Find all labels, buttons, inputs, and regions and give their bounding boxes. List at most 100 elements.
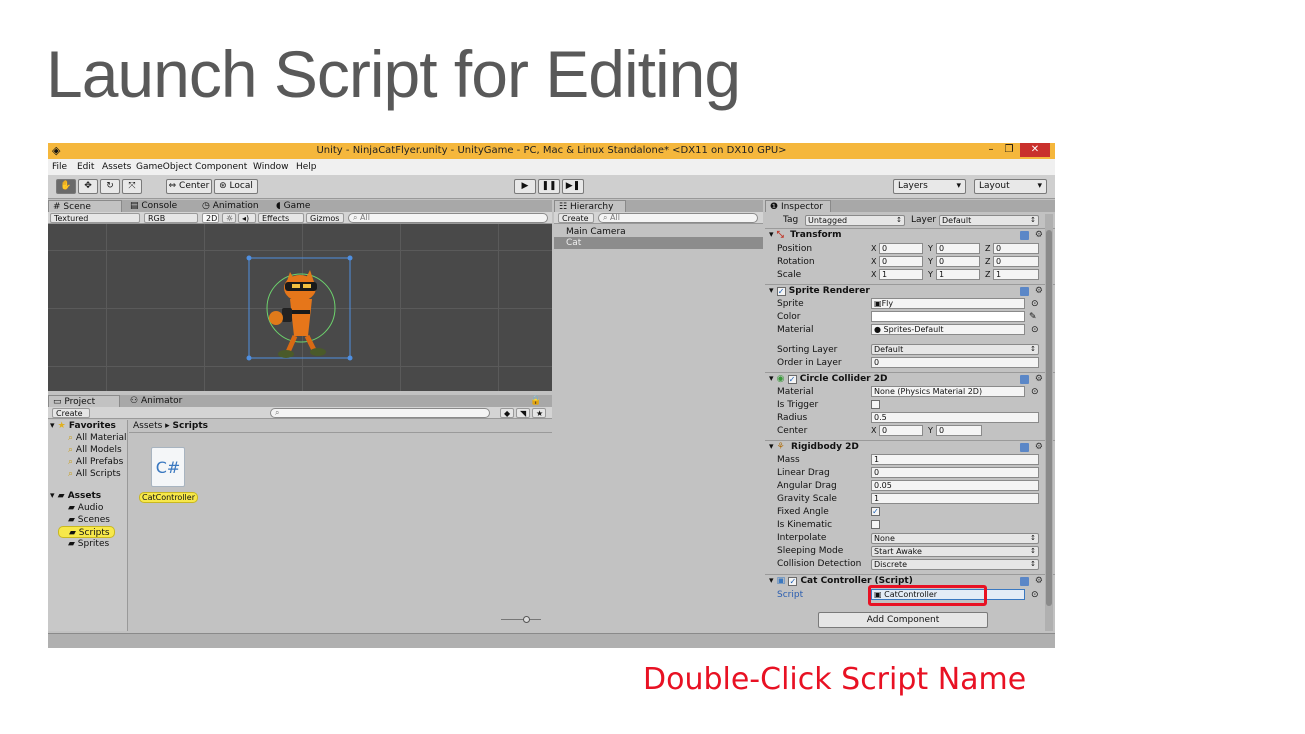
tab-hierarchy[interactable]: ☷ Hierarchy <box>554 200 626 212</box>
menu-window[interactable]: Window <box>253 162 289 172</box>
eyedropper-icon[interactable]: ✎ <box>1029 311 1037 323</box>
menu-gameobject[interactable]: GameObject <box>136 162 192 172</box>
move-tool-icon[interactable]: ✥ <box>78 179 98 194</box>
collider-material-field[interactable]: None (Physics Material 2D) <box>871 386 1025 397</box>
sprite-renderer-enabled-checkbox[interactable]: ✓ <box>776 287 786 296</box>
help-book-icon[interactable] <box>1020 231 1029 240</box>
menu-assets[interactable]: Assets <box>102 162 131 172</box>
rotation-x-field[interactable]: 0 <box>879 256 923 267</box>
object-picker-icon[interactable]: ⊙ <box>1031 589 1039 601</box>
tab-project[interactable]: ▭ Project <box>48 395 120 407</box>
gear-icon[interactable]: ⚙ <box>1035 373 1043 386</box>
asset-folder-item[interactable]: ▰ Sprites <box>68 538 109 550</box>
lighting-icon[interactable]: ☼ <box>222 213 236 223</box>
menu-file[interactable]: File <box>52 162 67 172</box>
radius-field[interactable]: 0.5 <box>871 412 1039 423</box>
hierarchy-item-selected[interactable]: Cat <box>554 237 763 249</box>
color-swatch[interactable] <box>871 311 1025 322</box>
gear-icon[interactable]: ⚙ <box>1035 229 1043 242</box>
inspector-scrollbar-thumb[interactable] <box>1046 230 1052 606</box>
script-file-label[interactable]: CatController <box>139 492 198 503</box>
scale-tool-icon[interactable]: ⤧ <box>122 179 142 194</box>
sprite-field[interactable]: ▣Fly <box>871 298 1025 309</box>
effects-dropdown[interactable]: Effects <box>258 213 304 223</box>
gear-icon[interactable]: ⚙ <box>1035 285 1043 298</box>
filter-type-icon[interactable]: ◆ <box>500 408 514 418</box>
is-trigger-checkbox[interactable] <box>871 400 880 409</box>
close-button[interactable]: ✕ <box>1020 143 1050 157</box>
rotation-z-field[interactable]: 0 <box>993 256 1039 267</box>
tab-console[interactable]: ▤ Console <box>126 200 196 212</box>
favorite-item[interactable]: ⌕ All Scripts <box>68 468 121 480</box>
add-component-button[interactable]: Add Component <box>818 612 988 628</box>
asset-folder-item[interactable]: ▰ Scenes <box>68 514 110 526</box>
position-x-field[interactable]: 0 <box>879 243 923 254</box>
render-mode-dropdown[interactable]: RGB <box>144 213 198 223</box>
mass-field[interactable]: 1 <box>871 454 1039 465</box>
audio-icon[interactable]: ◂) <box>238 213 256 223</box>
asset-folder-item-selected[interactable]: ▰ Scripts <box>58 526 115 538</box>
layout-dropdown[interactable]: Layout ▾ <box>974 179 1047 194</box>
zoom-slider[interactable] <box>501 619 541 620</box>
material-field[interactable]: ● Sprites-Default <box>871 324 1025 335</box>
rotation-y-field[interactable]: 0 <box>936 256 980 267</box>
gear-icon[interactable]: ⚙ <box>1035 441 1043 454</box>
lock-icon[interactable]: 🔒 <box>526 395 550 407</box>
layer-dropdown[interactable]: Default <box>939 215 1039 226</box>
collision-detection-dropdown[interactable]: Discrete <box>871 559 1039 570</box>
pivot-center-button[interactable]: ⇔ Center <box>166 179 212 194</box>
breadcrumb-assets[interactable]: Assets <box>133 421 162 431</box>
tab-inspector[interactable]: ❶ Inspector <box>765 200 831 212</box>
hand-tool-icon[interactable]: ✋ <box>56 179 76 194</box>
menu-component[interactable]: Component <box>195 162 247 172</box>
favorites-folder[interactable]: ▾ ★ Favorites <box>50 420 116 432</box>
assets-folder[interactable]: ▾ ▰ Assets <box>50 490 101 502</box>
object-picker-icon[interactable]: ⊙ <box>1031 298 1039 310</box>
hierarchy-search-input[interactable]: ⌕ All <box>598 213 758 223</box>
zoom-slider-thumb[interactable] <box>523 616 530 623</box>
breadcrumb-scripts[interactable]: Scripts <box>173 421 208 431</box>
maximize-button[interactable]: ❐ <box>1001 143 1017 157</box>
tag-dropdown[interactable]: Untagged <box>805 215 905 226</box>
gear-icon[interactable]: ⚙ <box>1035 575 1043 588</box>
pivot-local-button[interactable]: ⊛ Local <box>214 179 258 194</box>
menu-help[interactable]: Help <box>296 162 317 172</box>
filter-label-icon[interactable]: ◥ <box>516 408 530 418</box>
tab-game[interactable]: ◖ Game <box>272 200 332 212</box>
project-search-input[interactable]: ⌕ <box>270 408 490 418</box>
scene-viewport[interactable] <box>48 224 552 391</box>
object-picker-icon[interactable]: ⊙ <box>1031 324 1039 336</box>
center-x-field[interactable]: 0 <box>879 425 923 436</box>
circle-collider-header[interactable]: ▾ ◉ ✓ Circle Collider 2D ⚙ <box>765 372 1055 386</box>
help-book-icon[interactable] <box>1020 577 1029 586</box>
sleeping-mode-dropdown[interactable]: Start Awake <box>871 546 1039 557</box>
interpolate-dropdown[interactable]: None <box>871 533 1039 544</box>
favorite-item[interactable]: ⌕ All Models <box>68 444 122 456</box>
scale-z-field[interactable]: 1 <box>993 269 1039 280</box>
project-create-dropdown[interactable]: Create <box>52 408 90 418</box>
sorting-layer-dropdown[interactable]: Default <box>871 344 1039 355</box>
object-picker-icon[interactable]: ⊙ <box>1031 386 1039 398</box>
favorite-item[interactable]: ⌕ All Material <box>68 432 127 444</box>
layers-dropdown[interactable]: Layers ▾ <box>893 179 966 194</box>
mode-2d-toggle[interactable]: 2D <box>202 213 219 223</box>
position-z-field[interactable]: 0 <box>993 243 1039 254</box>
pause-button[interactable]: ❚❚ <box>538 179 560 194</box>
is-kinematic-checkbox[interactable] <box>871 520 880 529</box>
fixed-angle-checkbox[interactable]: ✓ <box>871 507 880 516</box>
angular-drag-field[interactable]: 0.05 <box>871 480 1039 491</box>
play-button[interactable]: ▶ <box>514 179 536 194</box>
favorite-item[interactable]: ⌕ All Prefabs <box>68 456 123 468</box>
tab-scene[interactable]: # Scene <box>48 200 122 212</box>
sprite-renderer-header[interactable]: ▾ ✓ Sprite Renderer ⚙ <box>765 284 1055 298</box>
cat-controller-enabled-checkbox[interactable]: ✓ <box>788 577 798 586</box>
step-button[interactable]: ▶❚ <box>562 179 584 194</box>
transform-header[interactable]: ▾ ⤡ Transform ⚙ <box>765 228 1055 242</box>
center-y-field[interactable]: 0 <box>936 425 982 436</box>
shading-dropdown[interactable]: Textured <box>50 213 140 223</box>
order-in-layer-field[interactable]: 0 <box>871 357 1039 368</box>
csharp-file-icon[interactable]: C# <box>151 447 185 487</box>
tab-animator[interactable]: ⚇ Animator <box>126 395 196 407</box>
scale-x-field[interactable]: 1 <box>879 269 923 280</box>
gravity-scale-field[interactable]: 1 <box>871 493 1039 504</box>
